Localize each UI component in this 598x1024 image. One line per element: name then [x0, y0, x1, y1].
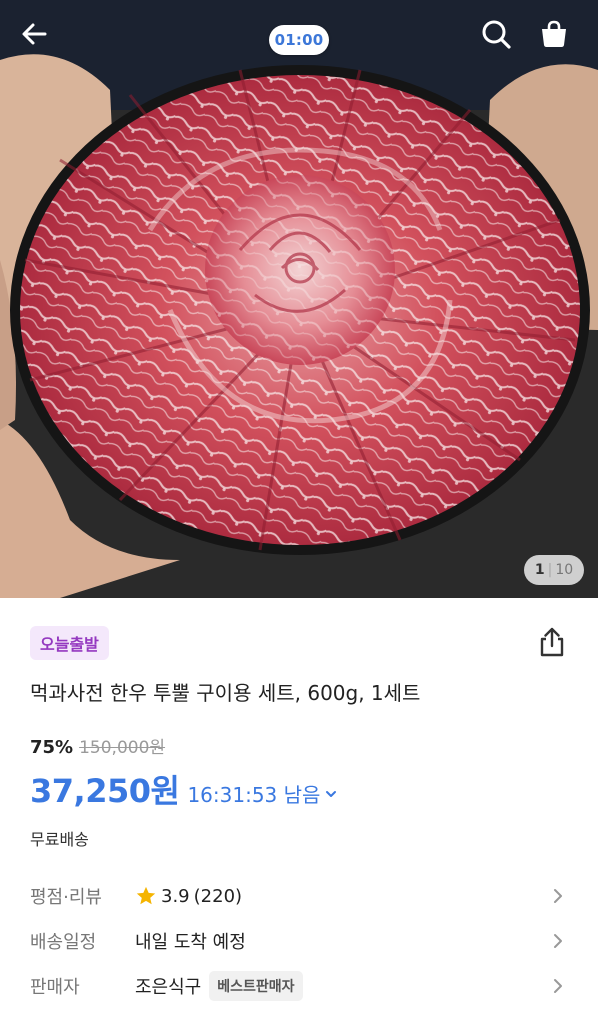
product-photo-marbled-beef [0, 0, 598, 598]
delivery-schedule-row[interactable]: 배송일정 내일 도착 예정 [30, 923, 568, 959]
image-counter-current: 1 [534, 562, 545, 578]
rating-review-label: 평점·리뷰 [30, 887, 102, 908]
seller-row[interactable]: 판매자 조은식구 베스트판매자 [30, 968, 568, 1004]
product-title: 먹과사전 한우 투뿔 구이용 세트, 600g, 1세트 [30, 681, 421, 705]
sale-countdown[interactable]: 16:31:53 남음 [187, 779, 338, 808]
shopping-bag-icon [542, 20, 566, 47]
search-icon [482, 20, 511, 49]
product-info-section: 오늘출발 먹과사전 한우 투뿔 구이용 세트, 600g, 1세트 75% 15… [0, 598, 598, 1024]
rating-review-value: 3.9 (220) [135, 885, 548, 907]
seller-name: 조은식구 [135, 977, 202, 998]
discount-row: 75% 150,000원 [30, 733, 165, 758]
same-day-shipping-badge: 오늘출발 [30, 626, 109, 660]
product-image-gallery[interactable]: 01:00 1 | 10 [0, 0, 598, 598]
back-button[interactable] [18, 18, 62, 62]
chevron-right-icon [548, 931, 568, 951]
delivery-schedule-label: 배송일정 [30, 932, 97, 953]
star-icon [136, 886, 156, 905]
discount-rate: 75% [30, 737, 74, 758]
chevron-down-icon [326, 790, 337, 797]
arrow-left-icon [22, 23, 47, 45]
sale-price: 37,250원 [30, 772, 180, 810]
rating-review-row[interactable]: 평점·리뷰 3.9 (220) [30, 878, 568, 914]
original-price: 150,000원 [79, 738, 166, 758]
image-counter-total: 10 [555, 562, 574, 578]
image-counter: 1 | 10 [524, 555, 584, 585]
chevron-right-icon [548, 886, 568, 906]
seller-label: 판매자 [30, 977, 80, 998]
chevron-right-icon [548, 976, 568, 996]
cart-button[interactable] [538, 18, 582, 62]
sale-countdown-text: 16:31:53 남음 [187, 783, 321, 807]
price-row: 37,250원 16:31:53 남음 [30, 766, 338, 812]
seller-value: 조은식구 베스트판매자 [135, 971, 548, 1001]
free-shipping-note: 무료배송 [30, 830, 89, 849]
rating-score: 3.9 [161, 885, 190, 907]
image-counter-separator: | [547, 562, 553, 578]
timer-badge: 01:00 [269, 25, 329, 55]
delivery-schedule-value: 내일 도착 예정 [135, 932, 246, 953]
review-count: (220) [193, 885, 243, 907]
search-button[interactable] [480, 18, 524, 62]
share-button[interactable] [532, 622, 572, 662]
share-icon [540, 627, 564, 657]
best-seller-tag: 베스트판매자 [209, 971, 303, 1001]
